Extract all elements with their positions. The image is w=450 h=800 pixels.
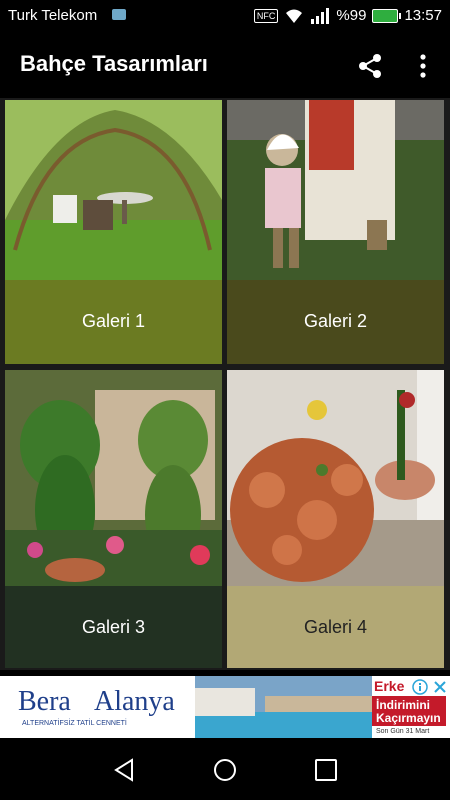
- carrier-name: Turk Telekom: [8, 7, 98, 24]
- ad-promo-footer: Son Gün 31 Mart: [376, 728, 430, 735]
- gallery-label-band: Galeri 2: [227, 280, 444, 364]
- recents-icon[interactable]: [312, 756, 340, 784]
- ad-promo-box: İndirimini Kaçırmayın: [372, 696, 446, 726]
- ad-promo-line2: Kaçırmayın: [376, 711, 441, 725]
- battery-percent: %99: [336, 7, 367, 24]
- gallery-label: Galeri 4: [303, 617, 368, 637]
- wifi-icon: [286, 9, 303, 23]
- status-icons: NFC %99 13:57: [253, 7, 442, 24]
- garden-arch-photo: [5, 100, 222, 280]
- scarecrow-doll-photo: [227, 100, 444, 280]
- gallery-label: Galeri 3: [81, 617, 146, 637]
- gallery-grid: Galeri 1 Galeri 2 Galeri 3 Galeri 4: [0, 98, 450, 670]
- more-vert-icon[interactable]: [412, 52, 434, 80]
- ad-brand-logo: Bera Alanya ALTERNATİFSİZ TATİL CENNETİ: [18, 686, 188, 730]
- gallery-label-band: Galeri 3: [5, 586, 222, 668]
- gallery-label: Galeri 1: [81, 311, 146, 331]
- ad-resort-image: [195, 676, 380, 738]
- app-bar: Bahçe Tasarımları: [0, 32, 450, 98]
- back-icon[interactable]: [110, 756, 138, 784]
- topiary-dogs-photo: [5, 370, 222, 586]
- home-icon[interactable]: [211, 756, 239, 784]
- gallery-card-2[interactable]: Galeri 2: [227, 100, 444, 364]
- page-title: Bahçe Tasarımları: [20, 51, 208, 76]
- gallery-label-band: Galeri 4: [227, 586, 444, 668]
- battery-icon: [372, 8, 402, 23]
- clock: 13:57: [404, 7, 442, 24]
- ad-banner[interactable]: Bera Alanya ALTERNATİFSİZ TATİL CENNETİ …: [0, 676, 450, 738]
- ad-tagline: ALTERNATİFSİZ TATİL CENNETİ: [22, 720, 127, 727]
- nfc-icon: NFC: [253, 8, 279, 23]
- status-bar: Turk Telekom NFC %99 13:57: [0, 0, 450, 32]
- terracotta-pots-photo: [227, 370, 444, 586]
- share-icon[interactable]: [356, 52, 384, 80]
- gallery-card-3[interactable]: Galeri 3: [5, 370, 222, 668]
- sim-card-icon: [112, 9, 126, 20]
- gallery-label-band: Galeri 1: [5, 280, 222, 364]
- gallery-card-4[interactable]: Galeri 4: [227, 370, 444, 668]
- gallery-card-1[interactable]: Galeri 1: [5, 100, 222, 364]
- gallery-label: Galeri 2: [303, 311, 368, 331]
- ad-promo-line1: İndirimini: [376, 698, 430, 712]
- ad-brand-right: Alanya: [94, 686, 175, 717]
- ad-brand-left: Bera: [18, 686, 71, 717]
- info-icon[interactable]: [412, 679, 428, 695]
- ad-promo-title: Erke: [374, 678, 405, 694]
- close-icon[interactable]: [432, 679, 448, 695]
- signal-icon: [311, 7, 330, 24]
- system-nav-bar: [0, 738, 450, 800]
